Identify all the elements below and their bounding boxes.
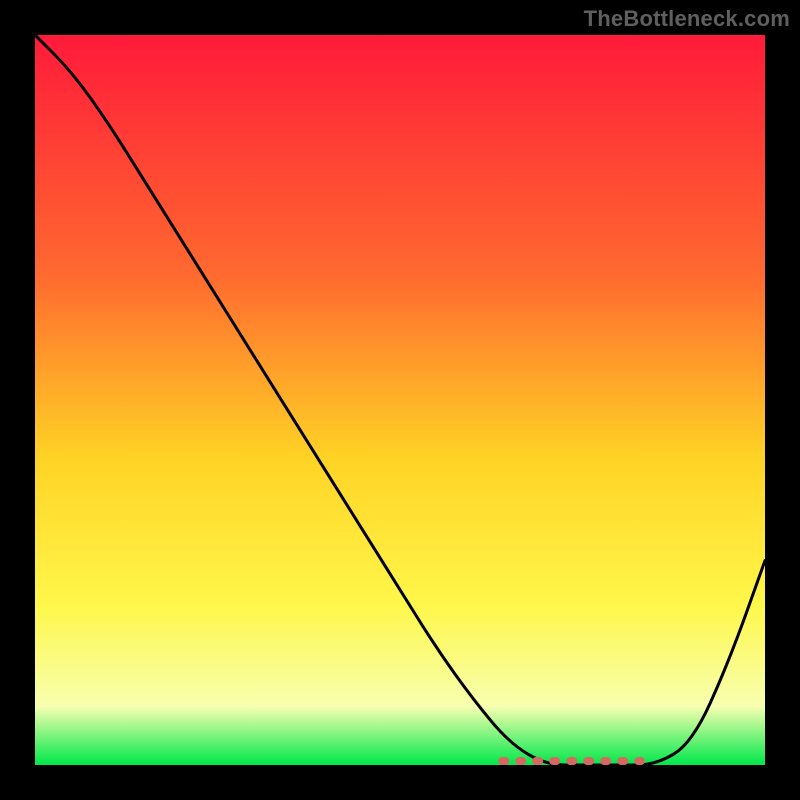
chart-svg [35, 35, 765, 765]
watermark-text: TheBottleneck.com [584, 6, 790, 32]
chart-frame: TheBottleneck.com [0, 0, 800, 800]
gradient-background [35, 35, 765, 765]
plot-area [35, 35, 765, 765]
